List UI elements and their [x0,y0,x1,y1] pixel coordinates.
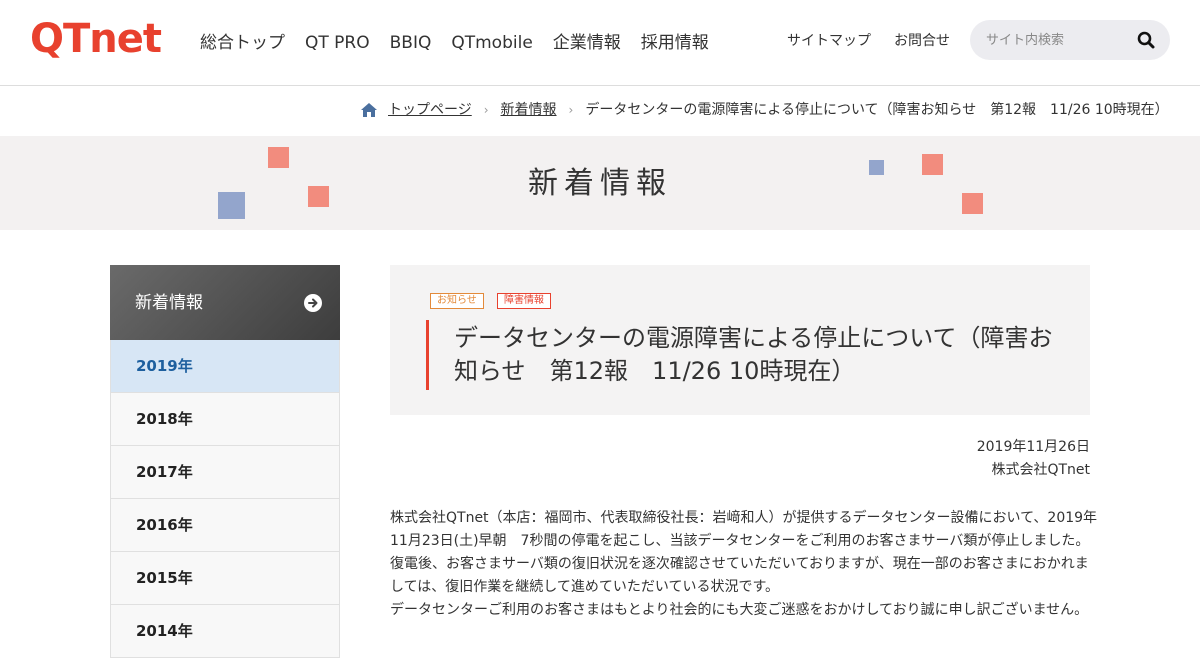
page-title: 新着情報 [528,166,672,201]
article-paragraph: しては、復旧作業を継続して進めていただいている状況です。 [390,579,780,595]
chevron-right-icon: › [483,103,489,117]
sidebar: 新着情報 2019年 2018年 2017年 2016年 2015年 2014年 [110,265,340,658]
article-paragraph: 復電後、お客さまサーバ類の復旧状況を逐次確認させていただいておりますが、現在一部… [390,556,1089,572]
breadcrumb: トップページ › 新着情報 › データセンターの電源障害による停止について（障害… [360,100,1169,120]
nav-item-bbiq[interactable]: BBIQ [390,32,432,54]
sidebar-heading-label: 新着情報 [135,293,203,313]
article-date: 2019年11月26日 [976,439,1090,455]
article-paragraph: 株式会社QTnet（本店：福岡市、代表取締役社長：岩﨑和人）が提供するデータセン… [390,510,1098,526]
chevron-right-icon: › [568,103,574,117]
sidebar-heading[interactable]: 新着情報 [110,265,340,340]
article-header: お知らせ 障害情報 データセンターの電源障害による停止について（障害お知らせ 第… [390,265,1090,415]
sidebar-item-label: 2016年 [136,516,193,534]
search-box [970,20,1170,60]
sidebar-item-label: 2017年 [136,463,193,481]
tag-outage: 障害情報 [497,293,551,309]
nav-item-top[interactable]: 総合トップ [200,32,285,54]
sidebar-item-2018[interactable]: 2018年 [110,393,340,446]
sidebar-item-2014[interactable]: 2014年 [110,605,340,658]
sidebar-item-label: 2019年 [136,357,193,375]
contact-link[interactable]: お問合せ [894,32,950,50]
home-icon[interactable] [360,102,378,118]
global-nav: 総合トップ QT PRO BBIQ QTmobile 企業情報 採用情報 [200,32,729,54]
arrow-right-circle-icon [304,294,322,312]
search-input[interactable] [986,30,1126,50]
nav-item-company[interactable]: 企業情報 [553,32,621,54]
nav-item-qtpro[interactable]: QT PRO [305,32,370,54]
site-header: QTnet 総合トップ QT PRO BBIQ QTmobile 企業情報 採用… [0,0,1200,86]
article-company: 株式会社QTnet [991,462,1090,478]
logo[interactable]: QTnet [30,19,162,59]
article-body: 株式会社QTnet（本店：福岡市、代表取締役社長：岩﨑和人）が提供するデータセン… [390,507,1098,622]
article-paragraph: 11月23日(土)早朝 7秒間の停電を起こし、当該データセンターをご利用のお客さ… [390,533,1090,549]
sidebar-item-2019[interactable]: 2019年 [110,340,340,393]
sitemap-link[interactable]: サイトマップ [787,32,871,50]
sidebar-item-label: 2018年 [136,410,193,428]
sidebar-item-2016[interactable]: 2016年 [110,499,340,552]
sidebar-item-label: 2014年 [136,622,193,640]
decor-square [268,147,289,168]
article-paragraph: データセンターご利用のお客さまはもとより社会的にも大変ご迷惑をおかけしており誠に… [390,602,1089,618]
page-banner: 新着情報 [0,136,1200,230]
nav-item-qtmobile[interactable]: QTmobile [451,32,532,54]
utility-nav: サイトマップ お問合せ [787,32,973,50]
article-meta: 2019年11月26日 株式会社QTnet [977,436,1090,482]
search-icon[interactable] [1136,30,1156,50]
tag-notice: お知らせ [430,293,484,309]
breadcrumb-section[interactable]: 新着情報 [501,100,557,120]
sidebar-item-2015[interactable]: 2015年 [110,552,340,605]
article-title: データセンターの電源障害による停止について（障害お知らせ 第12報 11/26 … [454,324,1053,385]
breadcrumb-home[interactable]: トップページ [388,100,472,120]
sidebar-item-2017[interactable]: 2017年 [110,446,340,499]
nav-item-recruit[interactable]: 採用情報 [641,32,709,54]
breadcrumb-current: データセンターの電源障害による停止について（障害お知らせ 第12報 11/26 … [585,102,1169,118]
sidebar-item-label: 2015年 [136,569,193,587]
title-accent-bar [426,320,429,390]
